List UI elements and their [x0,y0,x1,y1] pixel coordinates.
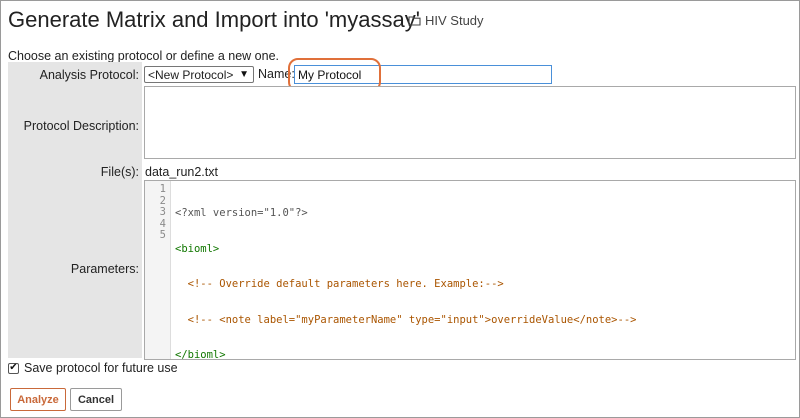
files-value: data_run2.txt [145,165,218,179]
line-number: 4 [159,217,166,230]
protocol-description-textarea[interactable] [144,86,796,159]
page-title: Generate Matrix and Import into 'myassay… [8,7,420,32]
label-column: Analysis Protocol: Protocol Description:… [8,62,142,358]
analysis-protocol-value: <New Protocol> [148,67,234,82]
code-line-xml-declaration: <?xml version="1.0"?> [175,207,308,219]
cancel-button[interactable]: Cancel [70,388,122,411]
breadcrumb-label[interactable]: HIV Study [425,13,484,28]
parameters-editor[interactable]: 1 2 3 4 5 <?xml version="1.0"?> <bioml> … [144,180,796,361]
code-line-comment-example: <!-- <note label="myParameterName" type=… [175,313,637,326]
analysis-protocol-label: Analysis Protocol: [39,68,139,82]
line-number: 5 [159,229,166,241]
protocol-description-label: Protocol Description: [23,119,139,133]
analyze-button[interactable]: Analyze [10,388,66,411]
line-number: 3 [159,206,166,218]
intro-text: Choose an existing protocol or define a … [8,49,280,63]
code-line-close-tag: </bioml> [175,349,226,361]
save-protocol-label: Save protocol for future use [24,361,178,375]
breadcrumb[interactable]: HIV Study [408,13,484,28]
parameters-label: Parameters: [70,262,139,276]
name-label: Name: [258,67,295,81]
protocol-name-input[interactable] [294,65,552,84]
folder-icon [408,15,421,26]
files-label: File(s): [100,165,139,179]
editor-gutter: 1 2 3 4 5 [145,181,171,359]
caret-down-icon: ▼ [239,69,249,80]
checkbox-checked-icon[interactable]: ✔ [8,362,19,374]
code-line-open-tag: <bioml> [175,242,220,255]
editor-code[interactable]: <?xml version="1.0"?> <bioml> <!-- Overr… [171,181,795,361]
line-number: 1 [159,183,166,195]
code-line-comment: <!-- Override default parameters here. E… [175,278,504,290]
line-number: 2 [159,194,166,207]
analysis-protocol-select[interactable]: <New Protocol> ▼ [144,66,254,83]
save-protocol-row[interactable]: ✔ Save protocol for future use [8,361,178,375]
